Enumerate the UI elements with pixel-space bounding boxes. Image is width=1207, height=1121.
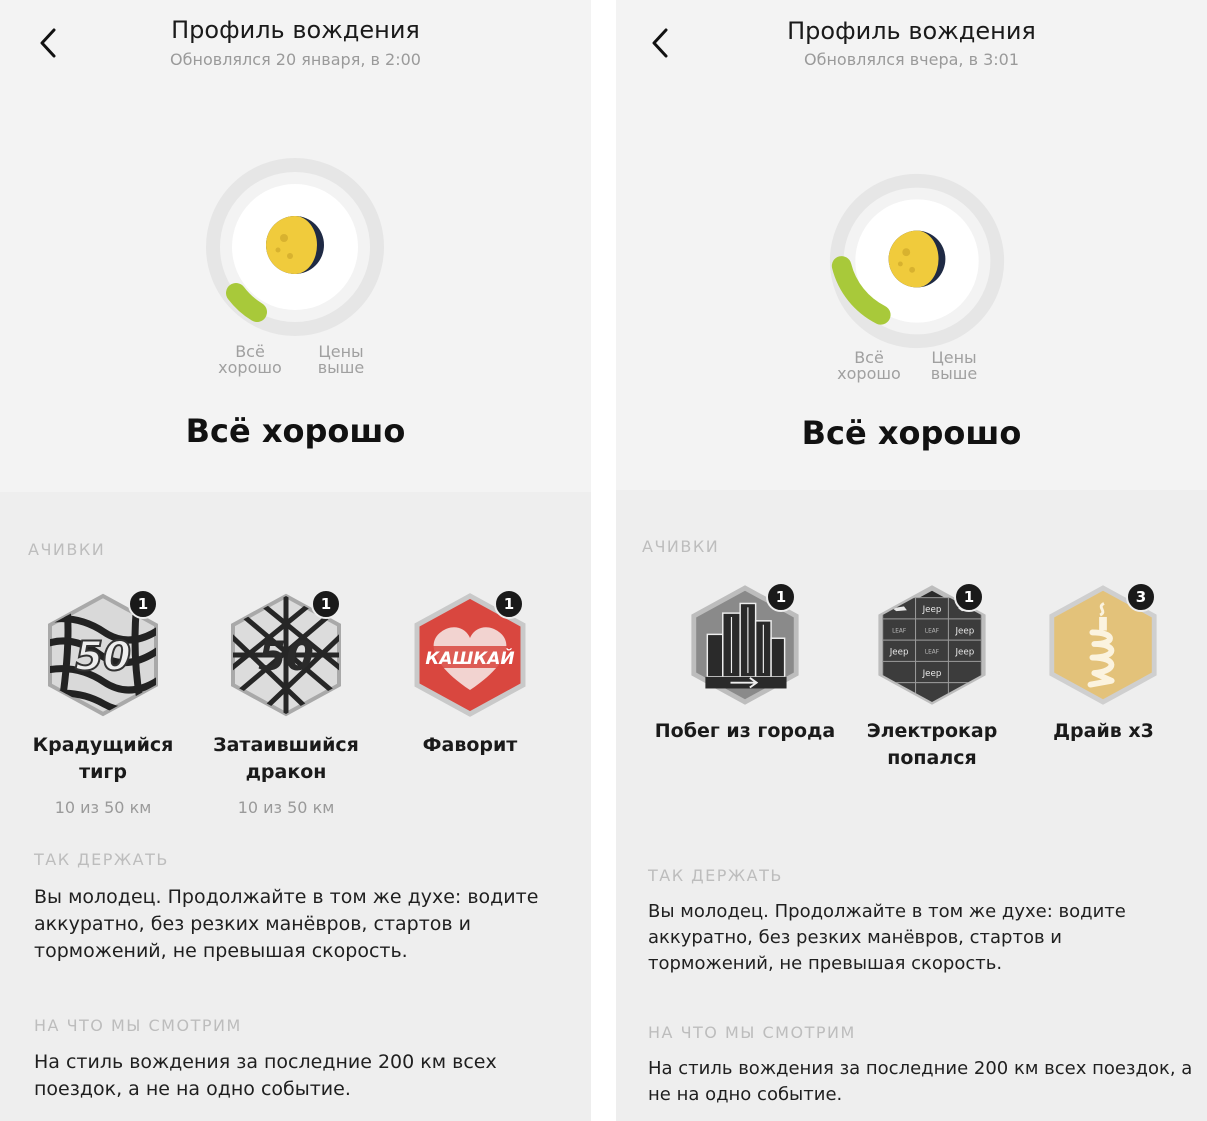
screen-driving-profile-1: Профиль вождения Обновлялся 20 января, в… <box>0 0 591 1121</box>
badge-count: 3 <box>1126 582 1156 612</box>
tile-label: Jeep <box>954 648 974 658</box>
driving-status: Всё хорошо <box>801 414 1022 452</box>
moon-icon <box>266 216 324 274</box>
tile-label: Jeep <box>922 605 942 615</box>
keep-it-up-header: Так держать <box>648 866 783 885</box>
svg-text:50: 50 <box>258 634 314 680</box>
gauge-label-higher-prices: Цены выше <box>317 342 365 377</box>
what-we-watch-header: На что мы смотрим <box>34 1016 242 1035</box>
page-title: Профиль вождения <box>787 17 1036 45</box>
gauge-label-good: Всё хорошо <box>218 342 282 377</box>
what-we-watch-text: На стиль вождения за последние 200 км вс… <box>34 1051 497 1100</box>
badge-count: 1 <box>766 582 796 612</box>
driving-score-gauge <box>829 173 1005 349</box>
badge-count: 1 <box>128 589 158 619</box>
tile-label: Jeep <box>889 648 909 658</box>
badge-count: 1 <box>954 582 984 612</box>
gauge-progress-arc <box>226 283 267 322</box>
achievement-name: Фаворит <box>422 734 518 756</box>
achievements-header: Ачивки <box>28 540 106 559</box>
badge-text: КАШКАЙ <box>425 647 514 669</box>
keep-it-up-header: Так держать <box>34 850 169 869</box>
moon-icon <box>888 230 946 288</box>
gauge-label-good: Всё хорошо <box>837 348 901 383</box>
updated-subtitle: Обновлялся вчера, в 3:01 <box>803 50 1020 69</box>
achievement-progress: 10 из 50 км <box>54 798 152 817</box>
screen-driving-profile-2: Профиль вождения Обновлялся вчера, в 3:0… <box>616 0 1207 1121</box>
keep-it-up-text: Вы молодец. Продолжайте в том же духе: в… <box>648 901 1126 974</box>
tile-label: Jeep <box>922 669 942 679</box>
achievement-name: Побег из города <box>654 720 836 742</box>
driving-score-gauge <box>206 158 384 336</box>
page-title: Профиль вождения <box>171 16 420 44</box>
what-we-watch-header: На что мы смотрим <box>648 1023 856 1042</box>
gauge-label-higher-prices: Цены выше <box>930 348 978 383</box>
achievement-name: Электрокар попался <box>866 720 998 769</box>
tile-label: Jeep <box>954 626 974 636</box>
svg-text:50: 50 <box>75 634 131 680</box>
achievements-header: Ачивки <box>642 537 720 556</box>
tile-label: LEAF <box>892 628 906 634</box>
badge-count: 1 <box>494 589 524 619</box>
badge-count: 1 <box>311 589 341 619</box>
driving-status: Всё хорошо <box>185 412 406 450</box>
updated-subtitle: Обновлялся 20 января, в 2:00 <box>170 50 421 69</box>
tile-label: LEAF <box>925 628 939 634</box>
achievement-name: Затаившийся дракон <box>213 734 359 783</box>
achievement-progress: 10 из 50 км <box>237 798 335 817</box>
what-we-watch-text: На стиль вождения за последние 200 км вс… <box>648 1058 1193 1105</box>
achievement-name: Крадущийся тигр <box>32 734 174 783</box>
achievement-name: Драйв x3 <box>1053 720 1154 742</box>
keep-it-up-text: Вы молодец. Продолжайте в том же духе: в… <box>34 886 539 962</box>
